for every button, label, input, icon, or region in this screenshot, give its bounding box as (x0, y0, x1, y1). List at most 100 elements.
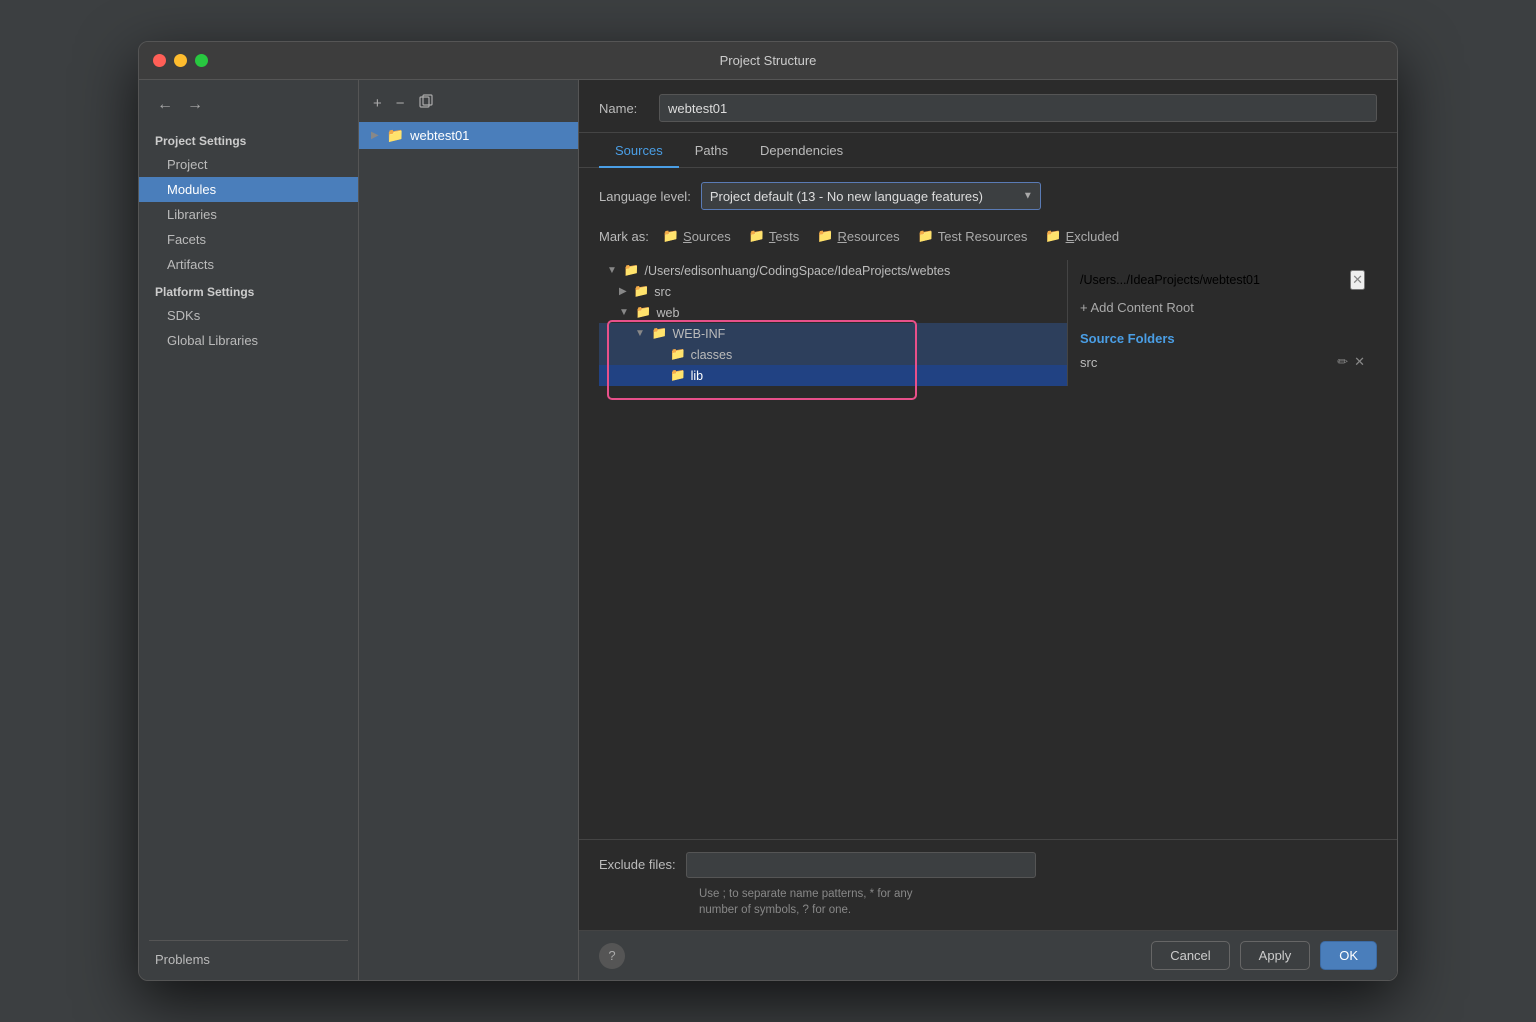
arrow-icon: ▶ (619, 286, 627, 297)
source-folder-name: src (1080, 355, 1097, 370)
add-module-button[interactable]: + (369, 93, 386, 114)
tab-dependencies-label: Dependencies (760, 143, 843, 158)
project-settings-header: Project Settings (139, 126, 358, 152)
sidebar-item-modules[interactable]: Modules (139, 177, 358, 202)
exclude-hint: Use ; to separate name patterns, * for a… (599, 886, 1377, 918)
mark-test-resources-button[interactable]: 📁 Test Resources (914, 226, 1032, 246)
sidebar-item-project[interactable]: Project (139, 152, 358, 177)
mark-sources-label: Sources (683, 229, 731, 244)
right-panel: Name: Sources Paths Dependencies La (579, 80, 1397, 980)
main-content: ← → Project Settings Project Modules Lib… (139, 80, 1397, 980)
bottom-section: Exclude files: Use ; to separate name pa… (579, 839, 1397, 930)
tests-folder-icon: 📁 (749, 228, 765, 244)
file-tree: ▼ 📁 /Users/edisonhuang/CodingSpace/IdeaP… (599, 260, 1067, 386)
add-content-root-button[interactable]: + Add Content Root (1080, 296, 1365, 319)
copy-module-button[interactable] (415, 92, 437, 114)
source-panel-close[interactable]: ✕ (1350, 270, 1365, 290)
tabs-row: Sources Paths Dependencies (579, 133, 1397, 168)
classes-label: classes (691, 348, 733, 362)
close-button[interactable] (153, 54, 166, 67)
folder-icon: 📁 (387, 127, 404, 144)
sidebar-item-facets[interactable]: Facets (139, 227, 358, 252)
sidebar-item-artifacts[interactable]: Artifacts (139, 252, 358, 277)
mark-excluded-button[interactable]: 📁 Excluded (1041, 226, 1123, 246)
file-tree-area: ▼ 📁 /Users/edisonhuang/CodingSpace/IdeaP… (599, 260, 1377, 386)
back-button[interactable]: ← (153, 94, 177, 116)
sidebar-item-sdks[interactable]: SDKs (139, 303, 358, 328)
language-level-label: Language level: (599, 189, 691, 204)
classes-folder-icon: 📁 (670, 347, 686, 362)
panel-body: Language level: Project default (13 - No… (579, 168, 1397, 839)
edit-source-folder-button[interactable]: ✏ (1337, 354, 1348, 370)
mark-resources-label: Resources (837, 229, 899, 244)
tree-node-root[interactable]: ▼ 📁 /Users/edisonhuang/CodingSpace/IdeaP… (599, 260, 1067, 281)
tab-sources-label: Sources (615, 143, 663, 158)
platform-settings-header: Platform Settings (139, 277, 358, 303)
name-input[interactable] (659, 94, 1377, 122)
ok-button[interactable]: OK (1320, 941, 1377, 970)
remove-source-folder-button[interactable]: ✕ (1354, 354, 1365, 370)
mark-sources-button[interactable]: 📁 Sources (659, 226, 735, 246)
sidebar-item-libraries[interactable]: Libraries (139, 202, 358, 227)
exclude-input[interactable] (686, 852, 1036, 878)
tab-paths-label: Paths (695, 143, 728, 158)
arrow-icon: ▼ (607, 265, 617, 276)
mark-test-resources-label: Test Resources (938, 229, 1028, 244)
mark-tests-button[interactable]: 📁 Tests (745, 226, 804, 246)
src-folder-icon: 📁 (634, 284, 650, 299)
window-title: Project Structure (720, 53, 817, 68)
module-name: webtest01 (410, 128, 469, 143)
tab-paths[interactable]: Paths (679, 133, 744, 168)
sidebar-item-global-libraries[interactable]: Global Libraries (139, 328, 358, 353)
cancel-button[interactable]: Cancel (1151, 941, 1229, 970)
tree-arrow-icon: ▶ (371, 130, 379, 141)
resources-folder-icon: 📁 (817, 228, 833, 244)
sidebar-item-problems[interactable]: Problems (139, 947, 358, 972)
footer-left: ? (599, 943, 625, 969)
lib-label: lib (691, 369, 704, 383)
mark-as-label: Mark as: (599, 229, 649, 244)
tree-node-src[interactable]: ▶ 📁 src (599, 281, 1067, 302)
source-panel-header: /Users.../IdeaProjects/webtest01 ✕ (1080, 270, 1365, 290)
sidebar-item-label: SDKs (167, 308, 200, 323)
exclude-label: Exclude files: (599, 857, 676, 872)
sidebar-item-label: Modules (167, 182, 216, 197)
tab-sources[interactable]: Sources (599, 133, 679, 168)
language-level-select[interactable]: Project default (13 - No new language fe… (701, 182, 1041, 210)
sidebar-nav: ← → (139, 88, 358, 126)
titlebar: Project Structure (139, 42, 1397, 80)
tree-toolbar: + − (359, 88, 578, 122)
apply-button[interactable]: Apply (1240, 941, 1311, 970)
tree-node-web[interactable]: ▼ 📁 web (599, 302, 1067, 323)
tree-node-classes[interactable]: 📁 classes (599, 344, 1067, 365)
root-folder-icon: 📁 (624, 263, 640, 278)
forward-button[interactable]: → (183, 94, 207, 116)
root-path: /Users/edisonhuang/CodingSpace/IdeaProje… (644, 264, 950, 278)
tree-node-lib[interactable]: 📁 lib (599, 365, 1067, 386)
module-tree: + − ▶ 📁 webtest01 (359, 80, 579, 980)
maximize-button[interactable] (195, 54, 208, 67)
source-panel: /Users.../IdeaProjects/webtest01 ✕ + Add… (1067, 260, 1377, 386)
arrow-icon: ▼ (635, 328, 645, 339)
source-folder-actions: ✏ ✕ (1337, 354, 1365, 370)
webinf-folder-icon: 📁 (652, 326, 668, 341)
mark-resources-button[interactable]: 📁 Resources (813, 226, 903, 246)
source-folder-item: src ✏ ✕ (1080, 352, 1365, 372)
sidebar-item-label: Facets (167, 232, 206, 247)
arrow-icon: ▼ (619, 307, 629, 318)
sidebar-divider (149, 940, 348, 941)
footer: ? Cancel Apply OK (579, 930, 1397, 980)
source-panel-path: /Users.../IdeaProjects/webtest01 (1080, 273, 1260, 287)
tab-dependencies[interactable]: Dependencies (744, 133, 859, 168)
sidebar-item-label: Global Libraries (167, 333, 258, 348)
tree-node-webinf[interactable]: ▼ 📁 WEB-INF (599, 323, 1067, 344)
mark-tests-label: Tests (769, 229, 799, 244)
name-label: Name: (599, 101, 649, 116)
help-button[interactable]: ? (599, 943, 625, 969)
module-tree-item[interactable]: ▶ 📁 webtest01 (359, 122, 578, 149)
minimize-button[interactable] (174, 54, 187, 67)
remove-module-button[interactable]: − (392, 93, 409, 114)
sidebar-item-label: Artifacts (167, 257, 214, 272)
web-label: web (656, 306, 679, 320)
web-folder-icon: 📁 (636, 305, 652, 320)
